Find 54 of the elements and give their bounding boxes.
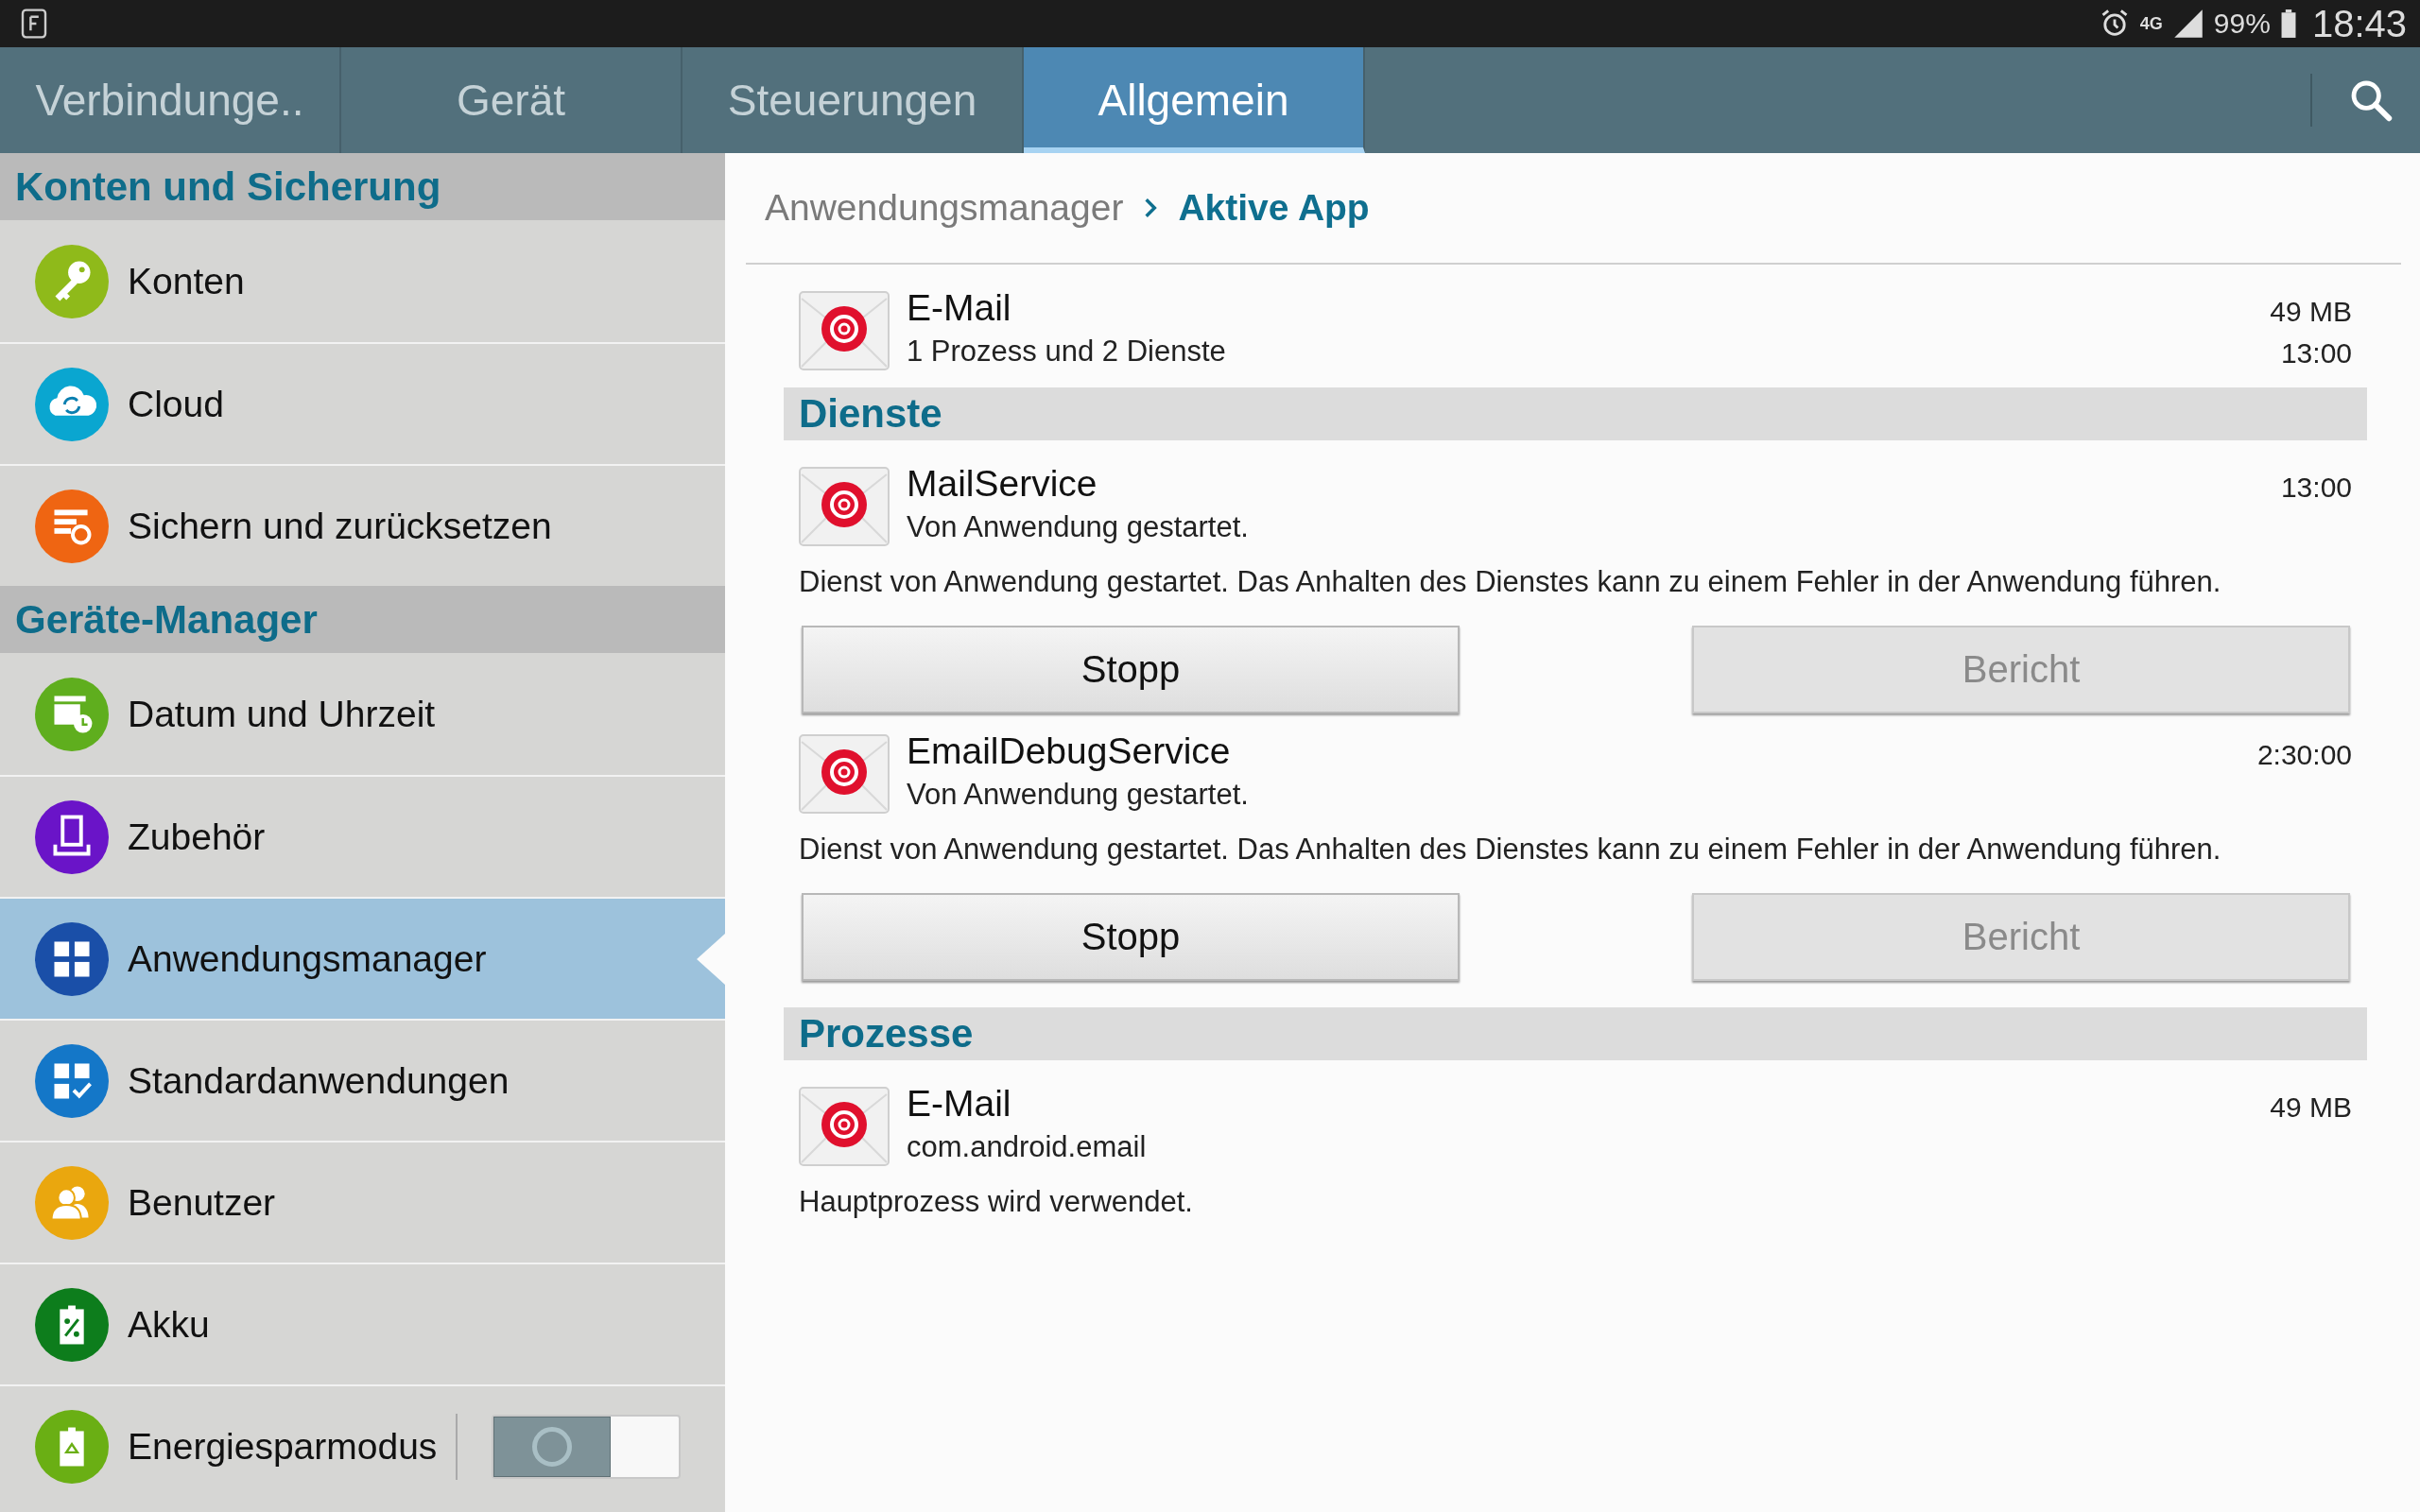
entry-stat: 49 MB <box>2270 1091 2352 1125</box>
sidebar-item-label: Standardanwendungen <box>128 1059 510 1102</box>
app-stat: 13:00 <box>2280 336 2352 370</box>
sidebar-item-label: Konten <box>128 260 245 302</box>
app-summary: 1 Prozess und 2 Dienste <box>907 334 1227 369</box>
signal-icon <box>2171 8 2204 40</box>
tab[interactable]: Allgemein <box>1024 47 1365 153</box>
section-header: Prozesse <box>784 1007 2367 1060</box>
entry-subtitle: com.android.email <box>907 1129 1148 1165</box>
entry-name: EmailDebugService <box>907 730 1232 773</box>
action-button[interactable]: Stopp <box>802 626 1460 713</box>
sidebar-item[interactable]: Standardanwendungen <box>0 1019 725 1141</box>
envelope-icon <box>799 1087 890 1166</box>
network-type: 4G <box>2139 13 2163 34</box>
breadcrumb-link[interactable]: Aktive App <box>1178 187 1370 229</box>
entry-description: Dienst von Anwendung gestartet. Das Anhalten des Dienstes kann zu einem Fehler in der Anwendung führen. <box>798 564 2222 600</box>
section-header: Geräte-Manager <box>0 586 725 653</box>
entry-description: Hauptprozess wird verwendet. <box>798 1184 1194 1220</box>
sidebar-item-label: Cloud <box>128 383 224 425</box>
entry-description: Dienst von Anwendung gestartet. Das Anhalten des Dienstes kann zu einem Fehler in der Anwendung führen. <box>798 832 2222 868</box>
sidebar-item-label: Akku <box>128 1303 210 1346</box>
sidebar-item[interactable]: Benutzer <box>0 1141 725 1263</box>
selection-pointer <box>697 933 725 985</box>
section-header: Konten und Sicherung <box>0 153 725 220</box>
entry-subtitle: Von Anwendung gestartet. <box>907 509 1250 545</box>
envelope-icon <box>799 291 890 370</box>
sidebar-item-label: Energiesparmodus <box>128 1425 438 1468</box>
app-stat: 49 MB <box>2270 295 2352 329</box>
sidebar-item[interactable]: Datum und Uhrzeit <box>0 653 725 775</box>
battery-icon <box>2279 9 2297 39</box>
section-header: Dienste <box>784 387 2367 440</box>
sidebar-item[interactable]: Akku <box>0 1263 725 1384</box>
toggle-switch[interactable] <box>492 1414 682 1479</box>
sidebar-item[interactable]: Energiesparmodus <box>0 1384 725 1506</box>
sidebar-item-label: Zubehör <box>128 816 266 858</box>
sidebar-item-label: Anwendungsmanager <box>128 937 487 980</box>
breadcrumb-link[interactable]: Anwendungsmanager <box>765 187 1124 229</box>
sidebar-item-label: Datum und Uhrzeit <box>128 693 436 735</box>
entry-stat: 13:00 <box>2280 471 2352 505</box>
sidebar-item[interactable]: Anwendungsmanager <box>0 897 725 1019</box>
app-name: E-Mail <box>907 286 1012 330</box>
entry-stat: 2:30:00 <box>2256 738 2352 772</box>
entry-name: E-Mail <box>907 1082 1012 1125</box>
envelope-icon <box>799 734 890 814</box>
sidebar-item-label: Sichern und zurücksetzen <box>128 505 552 547</box>
clock: 18:43 <box>2311 2 2407 45</box>
sidebar-item[interactable]: Cloud <box>0 342 725 464</box>
battery-percent: 99% <box>2213 8 2271 40</box>
sidebar-item[interactable]: Konten <box>0 220 725 342</box>
sidebar-item-label: Benutzer <box>128 1181 276 1224</box>
entry-name: MailService <box>907 462 1098 506</box>
entry-subtitle: Von Anwendung gestartet. <box>907 777 1250 813</box>
envelope-icon <box>799 467 890 546</box>
action-button[interactable]: Stopp <box>802 893 1460 981</box>
